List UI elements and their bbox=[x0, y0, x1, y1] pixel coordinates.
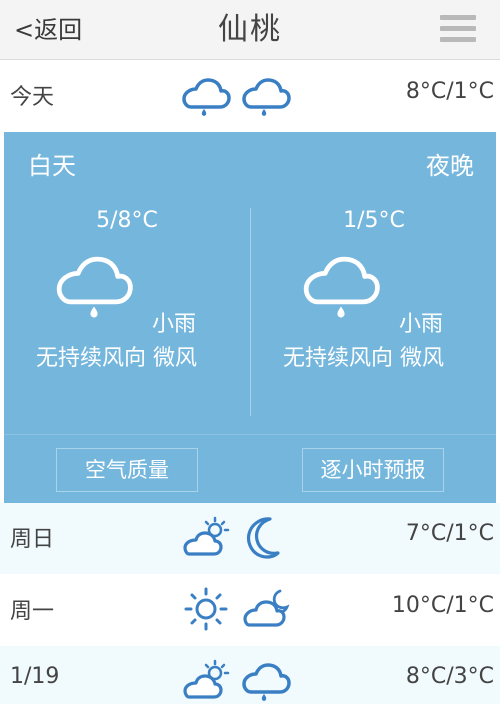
row-temperature: 8°C/1°C bbox=[405, 79, 494, 104]
night-title: 夜晚 bbox=[426, 152, 474, 180]
menu-line bbox=[440, 15, 476, 20]
row-temperature: 10°C/1°C bbox=[391, 593, 494, 618]
air-quality-button[interactable]: 空气质量 bbox=[56, 448, 198, 492]
row-label: 周一 bbox=[10, 599, 55, 624]
day-column: 5/8°C 小雨 无持续风向 微风 bbox=[4, 204, 250, 414]
crescent-moon-icon bbox=[240, 513, 292, 561]
day-title: 白天 bbox=[28, 152, 76, 180]
partly-cloudy-sun-icon bbox=[180, 656, 232, 704]
row-label: 1/19 bbox=[10, 664, 60, 689]
menu-line bbox=[440, 37, 476, 42]
rain-cloud-icon bbox=[50, 248, 138, 324]
night-wind: 无持续风向 微风 bbox=[283, 346, 444, 371]
today-row[interactable]: 今天 8°C/1°C bbox=[0, 61, 500, 132]
hourly-forecast-button[interactable]: 逐小时预报 bbox=[302, 448, 444, 492]
rain-cloud-icon bbox=[240, 656, 292, 704]
partly-cloudy-sun-icon bbox=[180, 513, 232, 561]
day-wind: 无持续风向 微风 bbox=[36, 346, 197, 371]
day-temperature-range: 5/8°C bbox=[96, 208, 158, 233]
cloudy-moon-icon bbox=[240, 585, 292, 633]
page-title: 仙桃 bbox=[218, 12, 282, 47]
rain-cloud-icon bbox=[240, 71, 292, 119]
forecast-row[interactable]: 1/19 8°C/3°C bbox=[0, 646, 500, 704]
row-label: 今天 bbox=[10, 85, 55, 110]
night-condition: 小雨 bbox=[399, 312, 444, 337]
rain-cloud-icon bbox=[180, 71, 232, 119]
menu-line bbox=[440, 26, 476, 31]
night-column: 1/5°C 小雨 无持续风向 微风 bbox=[251, 204, 497, 414]
forecast-row[interactable]: 周日 7°C/1°C bbox=[0, 503, 500, 574]
rain-cloud-icon bbox=[297, 248, 385, 324]
row-label: 周日 bbox=[10, 527, 55, 552]
row-temperature: 7°C/1°C bbox=[405, 521, 494, 546]
panel-divider bbox=[4, 434, 496, 435]
top-bar: <返回 仙桃 bbox=[0, 0, 500, 60]
today-detail-panel: 白天 夜晚 5/8°C 小雨 无持续风向 微风 1/5°C 小雨 无持续风向 微… bbox=[4, 132, 496, 503]
forecast-row[interactable]: 周一 10°C/1°C bbox=[0, 575, 500, 646]
row-temperature: 8°C/3°C bbox=[405, 664, 494, 689]
night-temperature-range: 1/5°C bbox=[343, 208, 405, 233]
menu-icon[interactable] bbox=[440, 15, 476, 45]
sun-icon bbox=[180, 585, 232, 633]
day-condition: 小雨 bbox=[152, 312, 197, 337]
